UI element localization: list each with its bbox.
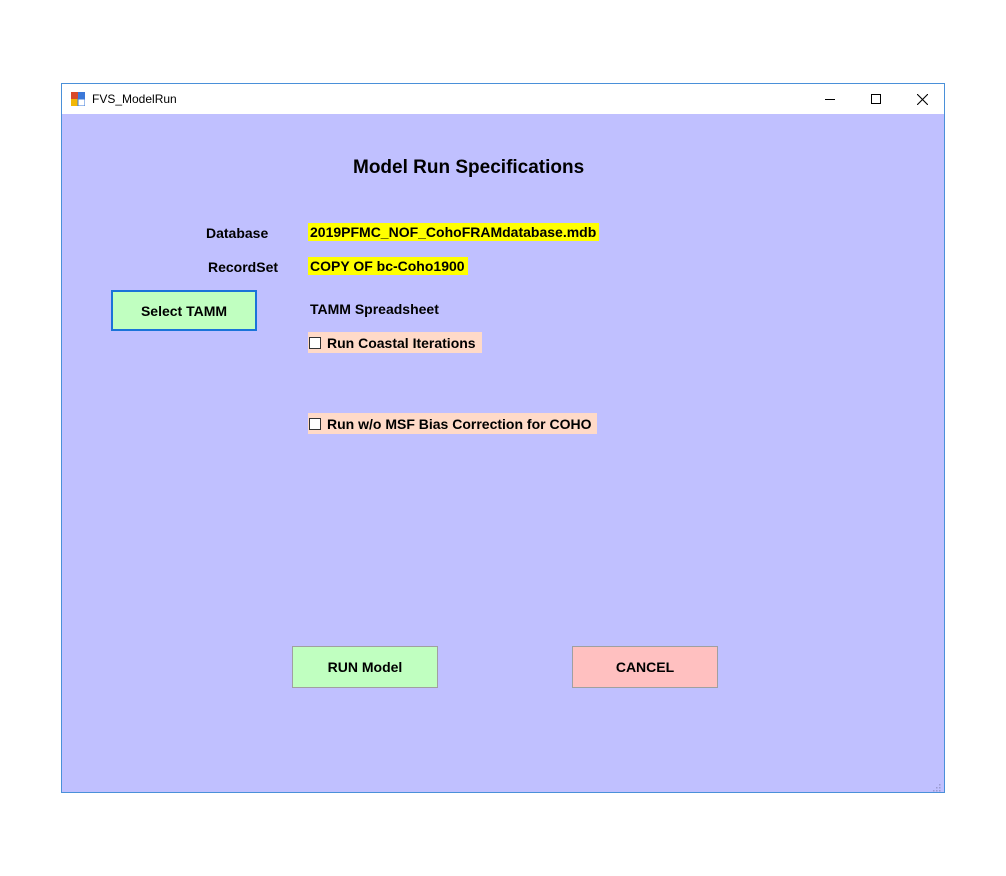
checkbox-box[interactable] xyxy=(309,417,321,430)
window-title: FVS_ModelRun xyxy=(92,92,177,106)
maximize-icon xyxy=(871,94,881,104)
database-label: Database xyxy=(206,225,269,241)
recordset-label: RecordSet xyxy=(208,259,279,275)
app-window-icon xyxy=(71,92,86,107)
run-coastal-iterations-checkbox[interactable]: Run Coastal Iterations xyxy=(308,332,482,353)
resize-grip-icon[interactable] xyxy=(931,779,941,792)
close-button[interactable] xyxy=(899,84,945,114)
form-client-area: Model Run Specifications Database 2019PF… xyxy=(62,115,944,792)
run-without-msf-bias-correction-checkbox[interactable]: Run w/o MSF Bias Correction for COHO xyxy=(308,413,598,434)
run-without-msf-bias-correction-label: Run w/o MSF Bias Correction for COHO xyxy=(327,415,592,432)
run-coastal-iterations-label: Run Coastal Iterations xyxy=(327,334,476,351)
tamm-spreadsheet-label: TAMM Spreadsheet xyxy=(310,301,439,317)
minimize-button[interactable] xyxy=(807,84,853,114)
cancel-button[interactable]: CANCEL xyxy=(572,646,718,688)
checkbox-box[interactable] xyxy=(309,336,321,349)
fvs-modelrun-window: FVS_ModelRun Model Run Specifications Da… xyxy=(61,83,945,793)
recordset-value: COPY OF bc-Coho1900 xyxy=(308,257,468,275)
run-model-button[interactable]: RUN Model xyxy=(292,646,438,688)
maximize-button[interactable] xyxy=(853,84,899,114)
page-title: Model Run Specifications xyxy=(353,157,585,178)
close-icon xyxy=(916,93,928,105)
title-bar[interactable]: FVS_ModelRun xyxy=(62,84,944,114)
database-value: 2019PFMC_NOF_CohoFRAMdatabase.mdb xyxy=(308,223,600,241)
select-tamm-button[interactable]: Select TAMM xyxy=(111,290,257,331)
minimize-icon xyxy=(825,94,835,104)
